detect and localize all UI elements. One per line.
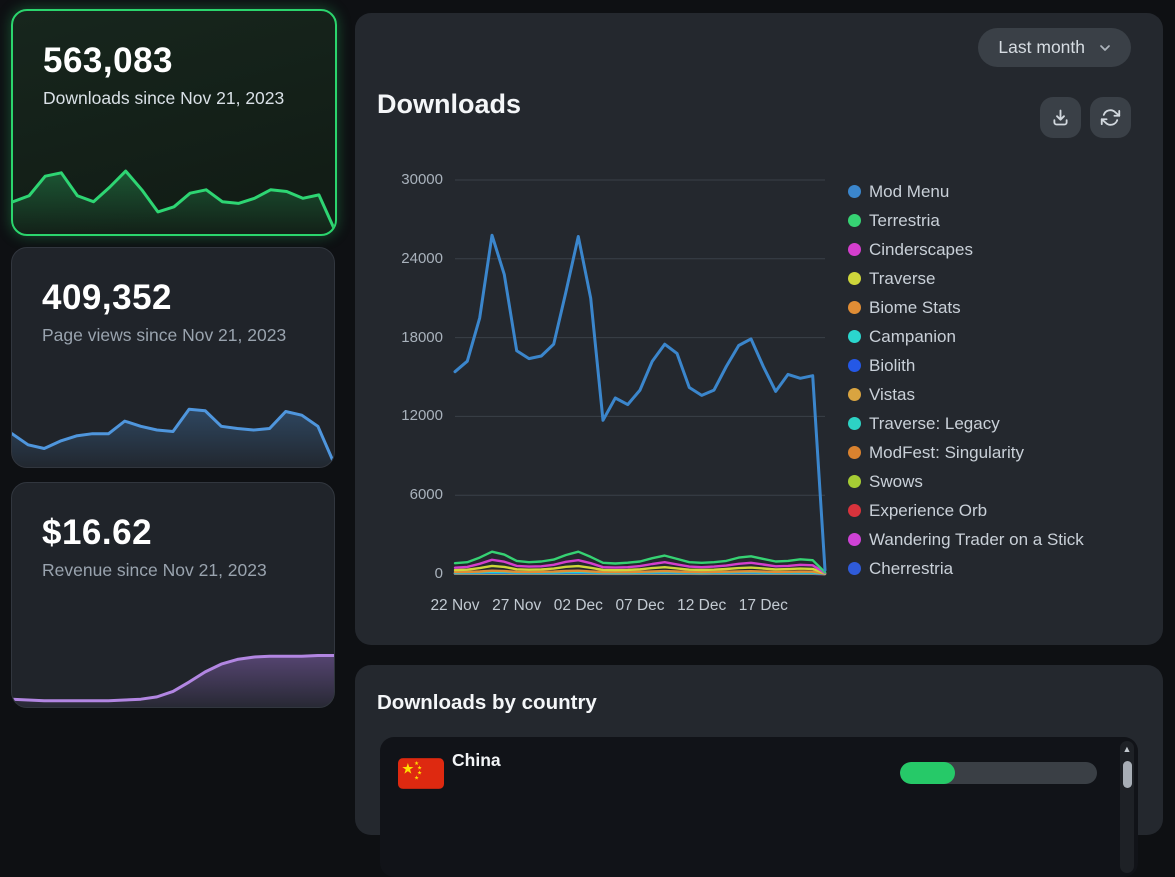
page-views-sparkline <box>12 393 334 467</box>
scrollbar-thumb[interactable] <box>1123 761 1132 788</box>
legend-item-traverse[interactable]: Traverse <box>848 264 1084 293</box>
y-axis-label: 30000 <box>373 171 443 188</box>
country-download-bar <box>900 762 1097 784</box>
y-axis-label: 18000 <box>373 329 443 346</box>
legend-label: Biolith <box>869 356 915 376</box>
refresh-icon <box>1100 107 1121 128</box>
legend-label: Swows <box>869 472 923 492</box>
legend-dot <box>848 562 861 575</box>
revenue-label: Revenue since Nov 21, 2023 <box>42 559 300 582</box>
legend-label: Traverse <box>869 269 935 289</box>
legend-item-campanion[interactable]: Campanion <box>848 322 1084 351</box>
country-panel-title: Downloads by country <box>377 691 597 715</box>
legend-item-cinderscapes[interactable]: Cinderscapes <box>848 235 1084 264</box>
downloads-stat-card[interactable]: 563,083 Downloads since Nov 21, 2023 <box>11 9 337 236</box>
series-line-mod-menu <box>455 235 825 570</box>
page-views-label: Page views since Nov 21, 2023 <box>42 324 300 347</box>
chevron-down-icon <box>1097 40 1113 56</box>
x-axis-label: 07 Dec <box>615 597 664 615</box>
legend-item-cherrestria[interactable]: Cherrestria <box>848 554 1084 583</box>
legend-item-mod-menu[interactable]: Mod Menu <box>848 177 1084 206</box>
date-range-label: Last month <box>998 37 1085 58</box>
legend-dot <box>848 504 861 517</box>
scroll-up-button[interactable]: ▲ <box>1120 744 1134 754</box>
downloads-by-country-panel: Downloads by country ★ ★ ★ ★ ★ China ▲ <box>355 665 1163 835</box>
legend-dot <box>848 330 861 343</box>
legend-item-biome-stats[interactable]: Biome Stats <box>848 293 1084 322</box>
y-axis-label: 6000 <box>373 486 443 503</box>
downloads-panel: Last month Downloads 0 6000 12000 18000 2400… <box>355 13 1163 645</box>
legend-dot <box>848 446 861 459</box>
revenue-value: $16.62 <box>42 513 334 553</box>
legend-dot <box>848 185 861 198</box>
downloads-line-chart[interactable] <box>455 180 825 574</box>
x-axis-label: 17 Dec <box>739 597 788 615</box>
legend-dot <box>848 533 861 546</box>
legend-label: Biome Stats <box>869 298 961 318</box>
page-views-stat-card[interactable]: 409,352 Page views since Nov 21, 2023 <box>11 247 335 468</box>
svg-text:★: ★ <box>414 774 419 781</box>
country-list[interactable]: ★ ★ ★ ★ ★ China ▲ <box>380 737 1138 877</box>
svg-text:★: ★ <box>401 762 414 778</box>
legend-dot <box>848 475 861 488</box>
legend-dot <box>848 272 861 285</box>
downloads-sparkline <box>13 149 335 234</box>
legend-dot <box>848 417 861 430</box>
legend-dot <box>848 243 861 256</box>
downloads-total-label: Downloads since Nov 21, 2023 <box>43 87 301 110</box>
y-axis-label: 24000 <box>373 250 443 267</box>
legend-item-biolith[interactable]: Biolith <box>848 351 1084 380</box>
sparkline-area <box>13 171 335 234</box>
legend-dot <box>848 214 861 227</box>
country-row-china: ★ ★ ★ ★ ★ China <box>380 737 1118 797</box>
legend-dot <box>848 301 861 314</box>
legend-item-wandering-trader-on-a-stick[interactable]: Wandering Trader on a Stick <box>848 525 1084 554</box>
legend-label: Vistas <box>869 385 915 405</box>
x-axis-label: 27 Nov <box>492 597 541 615</box>
country-name: China <box>452 750 501 771</box>
revenue-sparkline <box>12 629 334 707</box>
sparkline-area <box>12 409 334 467</box>
legend-item-traverse-legacy[interactable]: Traverse: Legacy <box>848 409 1084 438</box>
legend-label: Mod Menu <box>869 182 949 202</box>
legend-item-modfest-singularity[interactable]: ModFest: Singularity <box>848 438 1084 467</box>
legend-label: ModFest: Singularity <box>869 443 1024 463</box>
country-download-bar-fill <box>900 762 955 784</box>
legend-label: Terrestria <box>869 211 940 231</box>
downloads-panel-title: Downloads <box>377 89 521 120</box>
y-axis-label: 12000 <box>373 407 443 424</box>
chart-legend: Mod Menu Terrestria Cinderscapes Traverse Bi… <box>848 177 1084 583</box>
legend-item-vistas[interactable]: Vistas <box>848 380 1084 409</box>
legend-dot <box>848 388 861 401</box>
date-range-selector[interactable]: Last month <box>978 28 1131 67</box>
refresh-chart-button[interactable] <box>1090 97 1131 138</box>
legend-label: Experience Orb <box>869 501 987 521</box>
revenue-stat-card[interactable]: $16.62 Revenue since Nov 21, 2023 <box>11 482 335 708</box>
legend-label: Cinderscapes <box>869 240 973 260</box>
legend-item-terrestria[interactable]: Terrestria <box>848 206 1084 235</box>
export-chart-button[interactable] <box>1040 97 1081 138</box>
legend-item-swows[interactable]: Swows <box>848 467 1084 496</box>
page-views-value: 409,352 <box>42 278 334 318</box>
legend-label: Traverse: Legacy <box>869 414 1000 434</box>
x-axis-label: 12 Dec <box>677 597 726 615</box>
legend-dot <box>848 359 861 372</box>
y-axis-label: 0 <box>373 565 443 582</box>
download-icon <box>1050 107 1071 128</box>
legend-label: Cherrestria <box>869 559 953 579</box>
legend-label: Campanion <box>869 327 956 347</box>
downloads-total-value: 563,083 <box>43 41 335 81</box>
x-axis-label: 02 Dec <box>554 597 603 615</box>
legend-label: Wandering Trader on a Stick <box>869 530 1084 550</box>
country-list-scrollbar[interactable]: ▲ <box>1120 741 1134 873</box>
x-axis-label: 22 Nov <box>430 597 479 615</box>
legend-item-experience-orb[interactable]: Experience Orb <box>848 496 1084 525</box>
